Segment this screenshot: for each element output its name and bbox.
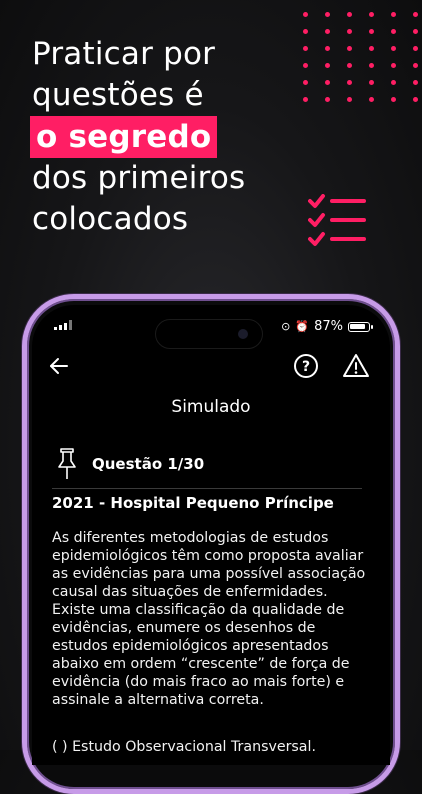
- decorative-dot: [391, 63, 396, 68]
- decorative-dot: [413, 63, 418, 68]
- decorative-dot: [391, 97, 396, 102]
- decorative-dot: [369, 29, 374, 34]
- decorative-dot: [325, 97, 330, 102]
- decorative-dot: [391, 46, 396, 51]
- decorative-dot: [347, 97, 352, 102]
- battery-icon: [348, 321, 373, 332]
- status-right: ⊙ ⏰ 87%: [281, 319, 373, 334]
- decorative-dot: [391, 80, 396, 85]
- decorative-dot: [369, 80, 374, 85]
- dynamic-island: [155, 319, 263, 349]
- decorative-dot: [303, 29, 308, 34]
- camera-icon: [238, 329, 248, 339]
- decorative-dot: [303, 80, 308, 85]
- signal-icon: [54, 319, 72, 334]
- decorative-dot: [413, 46, 418, 51]
- headline-highlight: o segredo: [30, 116, 218, 158]
- headline-line-4: dos primeiros: [32, 160, 246, 196]
- decorative-dot: [369, 46, 374, 51]
- decorative-dot: [413, 80, 418, 85]
- app-toolbar: ?: [32, 349, 390, 385]
- question-header: Questão 1/30: [52, 445, 370, 483]
- decorative-dot: [347, 80, 352, 85]
- decorative-dot: [369, 97, 374, 102]
- decorative-dot: [413, 29, 418, 34]
- checklist-icon: [308, 194, 366, 246]
- decorative-dot: [325, 46, 330, 51]
- question-circle-icon[interactable]: ?: [292, 352, 320, 380]
- decorative-dot-grid: [303, 12, 418, 108]
- decorative-dot: [369, 12, 374, 17]
- question-number: Questão 1/30: [92, 455, 205, 473]
- marketing-headline: Praticar por questões é o segredo dos pr…: [30, 34, 292, 240]
- headline-line-2: questões é: [32, 77, 204, 113]
- warning-triangle-icon[interactable]: [342, 352, 370, 380]
- question-source: 2021 - Hospital Pequeno Príncipe: [52, 494, 334, 512]
- headline-line-5: colocados: [32, 201, 189, 237]
- decorative-dot: [347, 63, 352, 68]
- decorative-dot: [325, 29, 330, 34]
- decorative-dot: [325, 12, 330, 17]
- decorative-dot: [303, 46, 308, 51]
- headline-line-1: Praticar por: [32, 36, 216, 72]
- answer-option[interactable]: ( ) Estudo Observacional Transversal.: [52, 739, 316, 755]
- page-title: Simulado: [171, 397, 251, 417]
- decorative-dot: [391, 29, 396, 34]
- decorative-dot: [325, 63, 330, 68]
- decorative-dot: [303, 97, 308, 102]
- decorative-dot: [347, 46, 352, 51]
- decorative-dot: [413, 97, 418, 102]
- svg-text:?: ?: [302, 359, 310, 375]
- battery-percent: 87%: [314, 319, 343, 334]
- decorative-dot: [347, 12, 352, 17]
- phone-screen: ⊙ ⏰ 87% ? Simulado Questão 1/30 2021 - H…: [32, 305, 390, 765]
- decorative-dot: [325, 80, 330, 85]
- decorative-dot: [303, 63, 308, 68]
- decorative-dot: [369, 63, 374, 68]
- decorative-dot: [413, 12, 418, 17]
- lock-rotation-icon: ⊙: [281, 320, 291, 333]
- question-body: As diferentes metodologias de estudos ep…: [52, 530, 366, 708]
- arrow-left-icon[interactable]: [46, 353, 72, 379]
- decorative-dot: [303, 12, 308, 17]
- divider: [52, 488, 362, 489]
- decorative-dot: [391, 12, 396, 17]
- decorative-dot: [347, 29, 352, 34]
- alarm-icon: ⏰: [295, 320, 310, 333]
- pin-icon[interactable]: [56, 447, 78, 481]
